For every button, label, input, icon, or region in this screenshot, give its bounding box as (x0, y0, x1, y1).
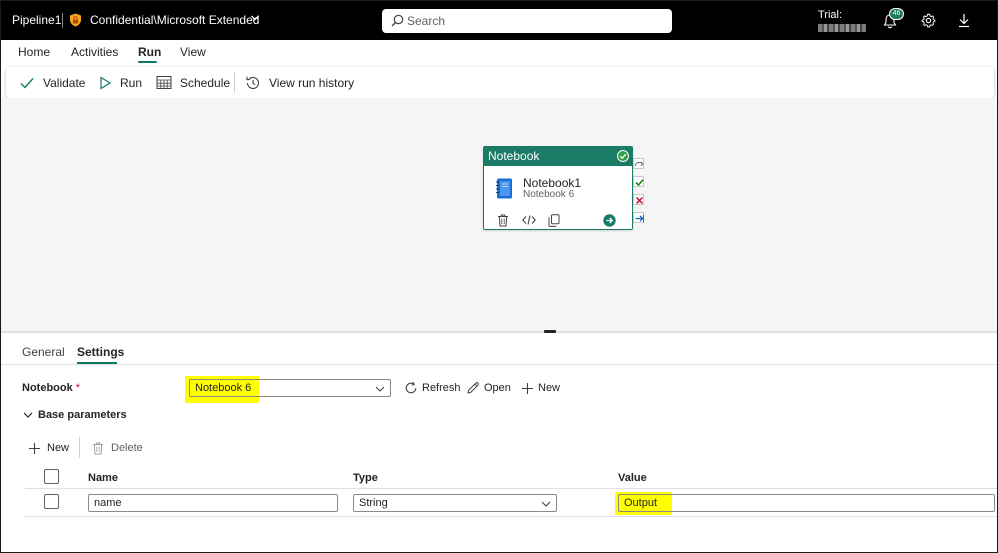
parameter-name-input[interactable] (88, 494, 338, 512)
notebook-field-label: Notebook * (22, 382, 80, 394)
toolbar-divider (234, 72, 235, 93)
active-tab-indicator (138, 61, 157, 63)
row-checkbox[interactable] (44, 494, 59, 509)
x-icon (635, 196, 644, 205)
tab-home[interactable]: Home (18, 45, 50, 59)
notebook-icon (496, 178, 512, 199)
pipeline-title[interactable]: Pipeline1 (12, 13, 61, 27)
calendar-icon (156, 76, 172, 89)
skip-arrow-icon (634, 161, 644, 167)
run-button[interactable]: Run (98, 67, 142, 98)
plus-icon (29, 442, 40, 454)
new-notebook-button[interactable]: New (521, 379, 560, 397)
notification-badge: 46 (889, 8, 904, 20)
port-success[interactable] (633, 176, 644, 187)
delete-icon (93, 442, 103, 454)
success-check-icon (617, 150, 629, 162)
search-input[interactable] (407, 12, 662, 30)
arrow-right-circle-icon[interactable] (603, 214, 616, 227)
search-icon (391, 14, 404, 27)
chevron-down-icon[interactable] (250, 13, 260, 23)
run-label: Run (120, 75, 143, 90)
add-parameter-button[interactable]: New (28, 438, 69, 458)
refresh-icon (405, 381, 417, 394)
base-parameters-toggle[interactable]: Base parameters (23, 409, 127, 421)
trial-label: Trial: (818, 9, 843, 21)
activity-subtitle: Notebook 6 (523, 189, 575, 200)
ribbon-toolbar: Validate Run Schedule View run history (6, 67, 994, 98)
new-notebook-label: New (538, 382, 561, 394)
schedule-label: Schedule (180, 75, 231, 90)
code-icon[interactable] (522, 214, 536, 226)
column-header-type: Type (353, 472, 378, 484)
activity-header: Notebook (484, 147, 632, 166)
shield-icon (70, 13, 81, 27)
required-marker: * (75, 382, 81, 394)
table-row: String (25, 489, 997, 517)
copy-icon[interactable] (548, 214, 560, 227)
port-failure[interactable] (633, 194, 644, 205)
header-divider (62, 13, 63, 28)
trial-remaining-redacted (818, 24, 866, 32)
view-run-history-button[interactable]: View run history (245, 67, 354, 98)
base-parameters-label: Base parameters (38, 409, 127, 421)
notebook-activity-node[interactable]: Notebook Notebook1 Notebook 6 (483, 146, 633, 230)
open-button[interactable]: Open (466, 379, 511, 397)
refresh-label: Refresh (422, 382, 461, 394)
parameter-type-dropdown[interactable]: String (353, 494, 557, 512)
activity-name: Notebook1 (523, 176, 582, 190)
delete-parameter-button[interactable]: Delete (92, 438, 143, 458)
schedule-button[interactable]: Schedule (156, 67, 230, 98)
notebook-label-text: Notebook (22, 382, 73, 394)
tab-activities[interactable]: Activities (71, 45, 118, 59)
port-skipped[interactable] (633, 158, 644, 169)
panel-tab-divider (1, 364, 997, 365)
notebook-selected-value: Notebook 6 (195, 382, 252, 394)
validate-button[interactable]: Validate (19, 67, 85, 98)
app-window: Pipeline1 Confidential\Microsoft Extende… (0, 0, 998, 553)
ribbon-tabs: Home Activities Run View (1, 40, 997, 66)
tab-run[interactable]: Run (138, 45, 161, 59)
download-icon[interactable] (957, 13, 971, 28)
gear-icon[interactable] (921, 13, 936, 28)
select-all-checkbox[interactable] (44, 469, 59, 484)
column-header-value: Value (618, 472, 647, 484)
tab-general[interactable]: General (22, 345, 65, 359)
checkmark-icon (20, 77, 34, 89)
history-icon (246, 76, 260, 89)
notebook-dropdown[interactable]: Notebook 6 (189, 379, 391, 397)
search-box[interactable] (382, 9, 672, 33)
view-run-history-label: View run history (269, 75, 355, 90)
refresh-button[interactable]: Refresh (404, 379, 461, 397)
top-header: Pipeline1 Confidential\Microsoft Extende… (1, 1, 997, 40)
delete-parameter-label: Delete (111, 442, 143, 454)
plus-icon (522, 382, 533, 394)
open-label: Open (484, 382, 511, 394)
tab-settings[interactable]: Settings (77, 345, 124, 359)
chevron-down-icon (23, 412, 33, 418)
chevron-down-icon (541, 501, 551, 507)
check-icon (635, 179, 644, 187)
add-parameter-label: New (47, 442, 70, 454)
arrow-right-icon (635, 215, 644, 222)
column-header-name: Name (88, 472, 118, 484)
port-completion[interactable] (633, 212, 644, 223)
tab-view[interactable]: View (180, 45, 206, 59)
pencil-icon (467, 382, 479, 394)
parameter-type-value: String (359, 497, 388, 509)
sensitivity-label[interactable]: Confidential\Microsoft Extended (90, 13, 259, 27)
play-icon (100, 75, 112, 90)
parameter-toolbar-divider (79, 437, 80, 458)
delete-icon[interactable] (497, 214, 509, 227)
chevron-down-icon (375, 386, 385, 392)
activity-type-label: Notebook (488, 149, 540, 163)
parameter-value-input[interactable] (618, 494, 995, 512)
validate-label: Validate (43, 75, 86, 90)
parameters-table-header: Name Type Value (25, 465, 997, 489)
properties-panel: General Settings Notebook * Notebook 6 R… (1, 333, 997, 552)
